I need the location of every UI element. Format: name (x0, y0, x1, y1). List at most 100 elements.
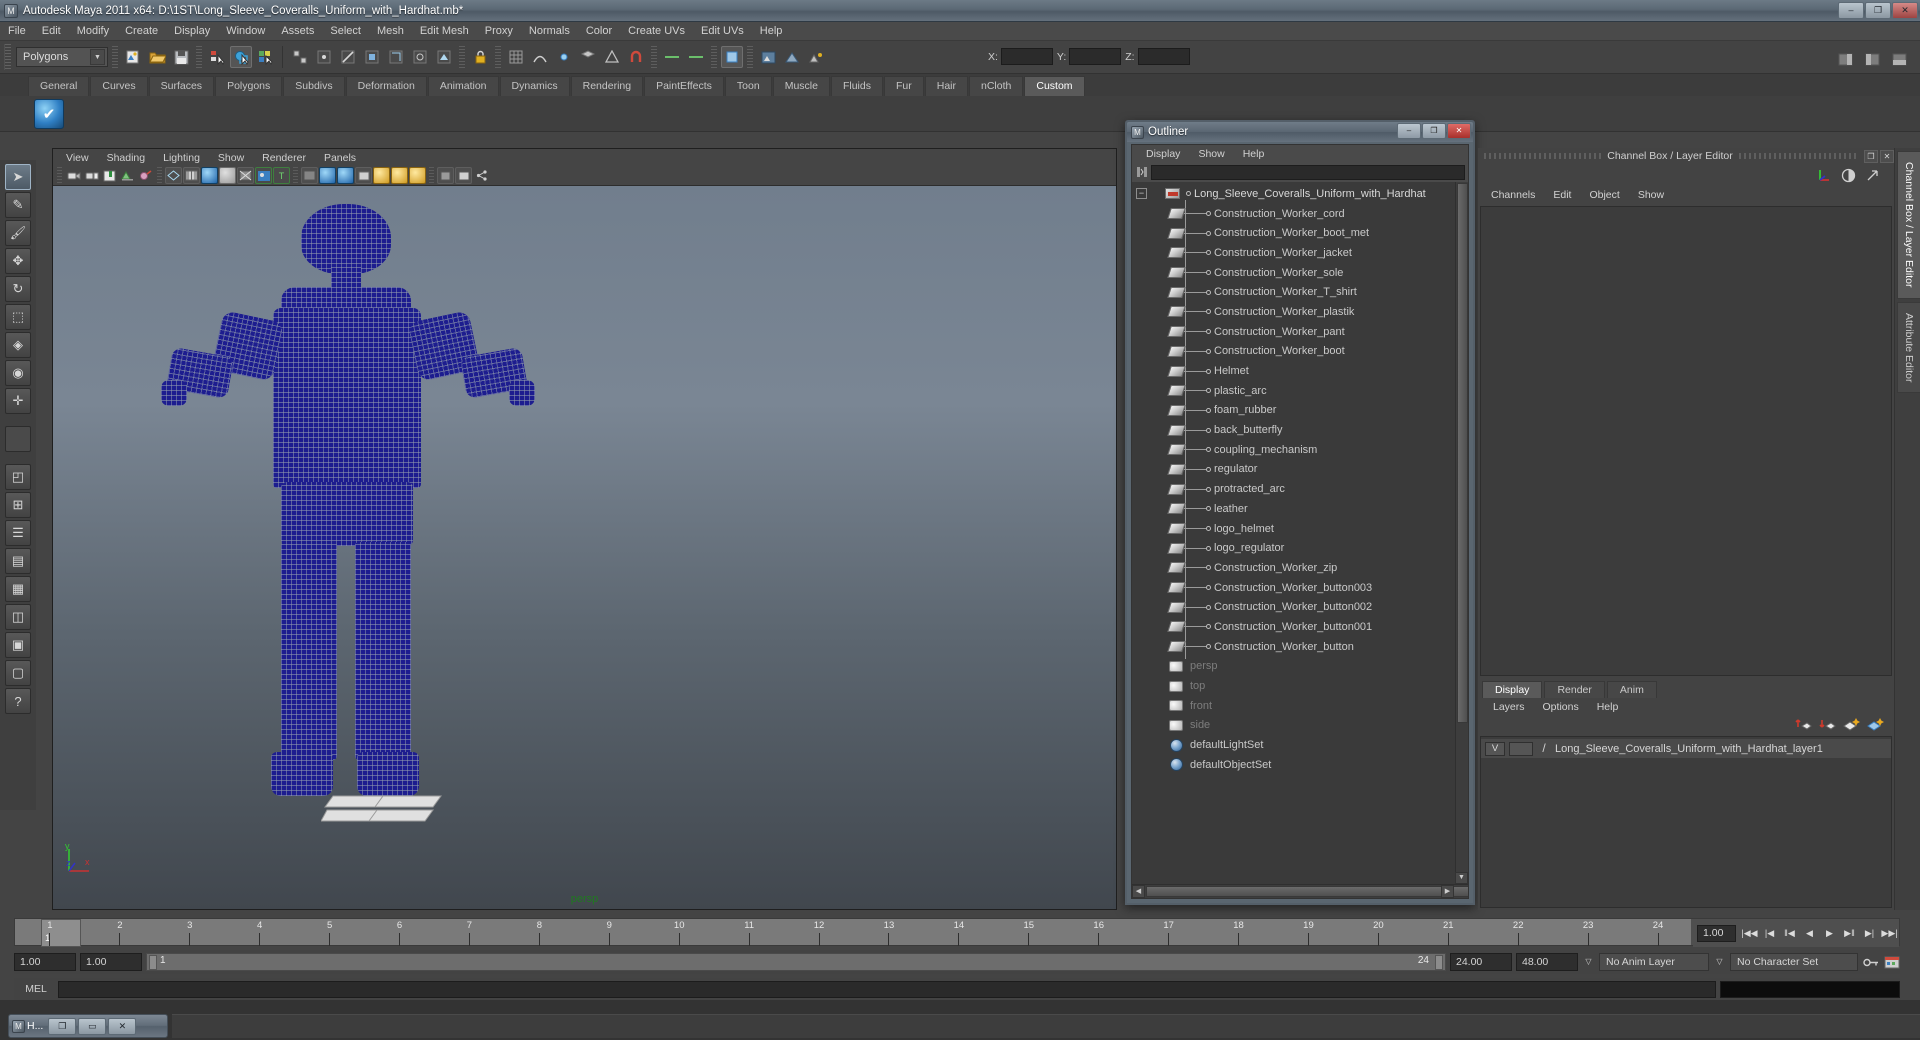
channel-box-menu-object[interactable]: Object (1580, 189, 1628, 201)
uv-mask-icon[interactable] (385, 46, 407, 68)
outliner-row-logo_helmet[interactable]: logo_helmet (1132, 519, 1468, 539)
component-handle-icon[interactable] (409, 46, 431, 68)
outliner-row-Construction_Worker_sole[interactable]: Construction_Worker_sole (1132, 263, 1468, 283)
animation-end-field[interactable]: 48.00 (1516, 953, 1578, 971)
outliner-row-protracted_arc[interactable]: protracted_arc (1132, 479, 1468, 499)
time-slider-track[interactable]: 1 1 2 3 4 5 6 7 8 9 10 11 12 13 14 15 16 17 18 19 20 21 22 23 2… (15, 919, 1691, 947)
step-forward-frame-icon[interactable]: ▶| (1860, 924, 1879, 943)
outliner-row-Helmet[interactable]: Helmet (1132, 361, 1468, 381)
outliner-row-defaultLightSet[interactable]: defaultLightSet (1132, 735, 1468, 755)
xray-joints-icon[interactable] (337, 167, 354, 184)
current-time-field[interactable]: 1.00 (1697, 924, 1736, 942)
snap-view-plane-icon[interactable] (577, 46, 599, 68)
viewport-3d-canvas[interactable]: y x z persp (53, 186, 1116, 909)
shaded-icon[interactable] (201, 167, 218, 184)
custom-shelf-button[interactable]: ✔ (34, 98, 64, 129)
wireframe-icon[interactable] (165, 167, 182, 184)
universal-manipulator-tool[interactable]: ◈ (5, 332, 31, 358)
step-forward-key-icon[interactable]: ▶‖ (1840, 924, 1859, 943)
outliner-row-Construction_Worker_button001[interactable]: Construction_Worker_button001 (1132, 617, 1468, 637)
float-panel-button[interactable]: ❐ (1864, 149, 1878, 163)
outliner-scroll-down-button[interactable]: ▼ (1455, 872, 1468, 884)
outliner-row-Construction_Worker_button002[interactable]: Construction_Worker_button002 (1132, 597, 1468, 617)
shelf-tab-custom[interactable]: Custom (1024, 76, 1085, 96)
outliner-close-button[interactable]: ✕ (1447, 123, 1471, 139)
outliner-minimize-button[interactable]: – (1397, 123, 1421, 139)
quick-layout-outliner[interactable]: ☰ (5, 520, 31, 546)
menu-item-window[interactable]: Window (218, 24, 273, 38)
texture-icon[interactable] (255, 167, 272, 184)
outliner-row-front[interactable]: front (1132, 696, 1468, 716)
show-manipulator-tool[interactable]: ✛ (5, 388, 31, 414)
new-layer-from-selected-icon[interactable] (1867, 716, 1884, 731)
range-end-handle[interactable] (1435, 955, 1443, 970)
menu-item-display[interactable]: Display (166, 24, 218, 38)
menu-item-assets[interactable]: Assets (273, 24, 322, 38)
outliner-scroll-right-button[interactable]: ▶ (1441, 885, 1454, 898)
select-tool[interactable]: ➤ (5, 164, 31, 190)
image-plane-icon[interactable] (119, 167, 136, 184)
range-start-handle[interactable] (149, 955, 157, 970)
outliner-title-bar[interactable]: M Outliner – ❐ ✕ (1127, 122, 1473, 142)
lighting-icon[interactable]: T (273, 167, 290, 184)
range-start-field[interactable]: 1.00 (14, 953, 76, 971)
range-slider-bar[interactable]: 1 24 (146, 953, 1446, 971)
outliner-row-Construction_Worker_T_shirt[interactable]: Construction_Worker_T_shirt (1132, 282, 1468, 302)
viewport-menu-view[interactable]: View (57, 152, 98, 164)
shelf-tab-rendering[interactable]: Rendering (570, 76, 644, 96)
outliner-row-Construction_Worker_boot_met[interactable]: Construction_Worker_boot_met (1132, 223, 1468, 243)
shelf-tab-surfaces[interactable]: Surfaces (148, 76, 215, 96)
menu-item-create-uvs[interactable]: Create UVs (620, 24, 693, 38)
channel-box-menu-show[interactable]: Show (1629, 189, 1673, 201)
quick-layout-hypershade[interactable]: ▦ (5, 576, 31, 602)
shadows-icon[interactable] (437, 167, 454, 184)
shelf-tab-muscle[interactable]: Muscle (772, 76, 830, 96)
auto-key-icon[interactable] (1862, 954, 1879, 970)
outliner-row-root[interactable]: − Long_Sleeve_Coveralls_Uniform_with_Hard… (1132, 184, 1468, 204)
menu-item-file[interactable]: File (0, 24, 34, 38)
anim-layer-field[interactable]: No Anim Layer (1599, 953, 1709, 971)
render-current-frame-icon[interactable] (757, 46, 779, 68)
outliner-row-regulator[interactable]: regulator (1132, 460, 1468, 480)
quick-layout-persp-persp[interactable]: ◫ (5, 604, 31, 630)
move-layer-up-icon[interactable] (1795, 716, 1812, 731)
show-hide-tool-settings-icon[interactable] (1888, 48, 1910, 70)
character-set-field[interactable]: No Character Set (1730, 953, 1858, 971)
outliner-row-Construction_Worker_jacket[interactable]: Construction_Worker_jacket (1132, 243, 1468, 263)
viewport-menu-panels[interactable]: Panels (315, 152, 365, 164)
viewport-toolbar-grip[interactable] (57, 167, 62, 184)
new-layer-icon[interactable] (1843, 716, 1860, 731)
snap-magnet-icon[interactable] (625, 46, 647, 68)
quick-layout-four[interactable]: ⊞ (5, 492, 31, 518)
move-layer-down-icon[interactable] (1819, 716, 1836, 731)
grease-pencil-icon[interactable] (137, 167, 154, 184)
snap-curve-icon[interactable] (529, 46, 551, 68)
soft-modification-tool[interactable]: ◉ (5, 360, 31, 386)
layer-row[interactable]: V / Long_Sleeve_Coveralls_Uniform_with_Har… (1481, 739, 1891, 758)
make-live-icon[interactable] (601, 46, 623, 68)
taskbar-window-item[interactable]: M H... ❐ ▭ ✕ (8, 1014, 168, 1038)
menu-item-create[interactable]: Create (117, 24, 166, 38)
vertex-mask-icon[interactable] (313, 46, 335, 68)
y-field[interactable] (1069, 48, 1122, 65)
snapshot-icon[interactable] (455, 167, 472, 184)
menu-set-dropdown[interactable]: Polygons ▼ (16, 47, 108, 67)
hierarchy-mode-icon[interactable] (289, 46, 311, 68)
play-forwards-icon[interactable]: ▶ (1820, 924, 1839, 943)
layer-menu-options[interactable]: Options (1534, 701, 1588, 713)
viewport-menu-shading[interactable]: Shading (98, 152, 155, 164)
bookmark-icon[interactable] (101, 167, 118, 184)
play-backwards-icon[interactable]: ◀ (1800, 924, 1819, 943)
render-channel-icon[interactable] (1840, 167, 1856, 183)
scale-tool[interactable]: ⬚ (5, 304, 31, 330)
quick-layout-hypergraph[interactable]: ▣ (5, 632, 31, 658)
step-back-key-icon[interactable]: ‖◀ (1780, 924, 1799, 943)
rotate-tool[interactable]: ↻ (5, 276, 31, 302)
menu-item-select[interactable]: Select (322, 24, 369, 38)
ipr-render-icon[interactable] (781, 46, 803, 68)
outliner-row-foam_rubber[interactable]: foam_rubber (1132, 401, 1468, 421)
lock-icon[interactable] (469, 46, 491, 68)
outliner-row-Construction_Worker_cord[interactable]: Construction_Worker_cord (1132, 204, 1468, 224)
go-to-start-icon[interactable]: |◀◀ (1740, 924, 1759, 943)
mel-command-input[interactable] (58, 980, 1716, 998)
